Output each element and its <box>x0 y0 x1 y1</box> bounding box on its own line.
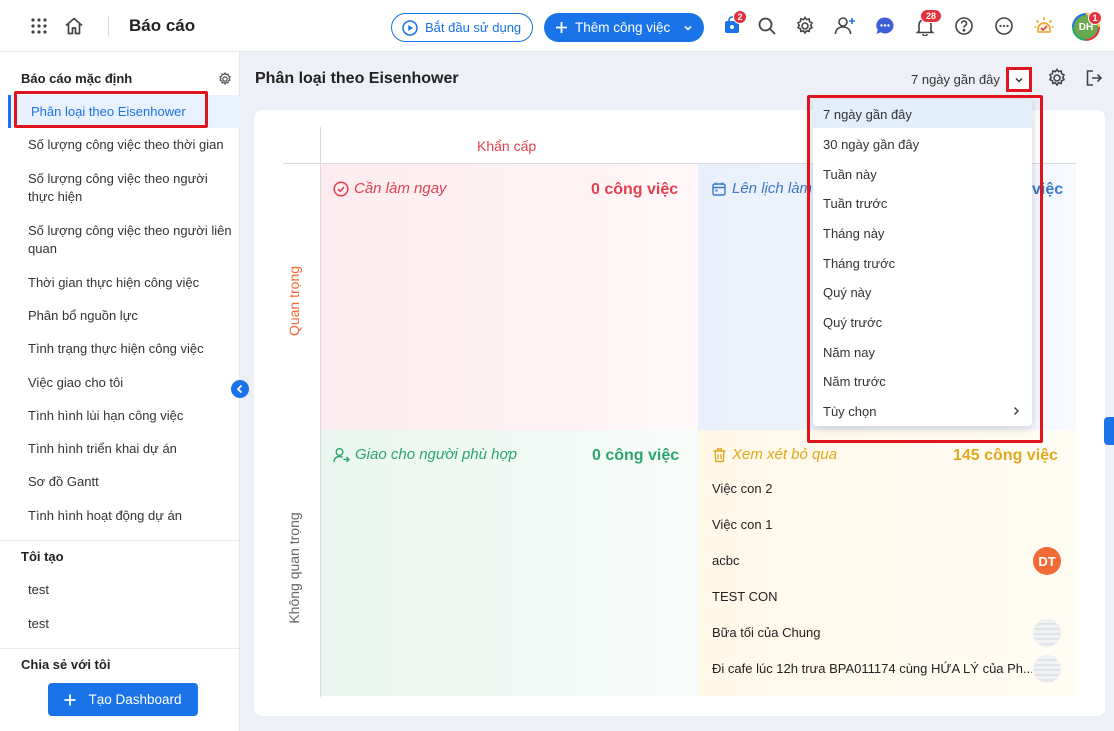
trash-icon <box>713 447 726 462</box>
my-reports-heading: Tôi tạo <box>21 549 64 564</box>
sidebar-item-deadline-extension[interactable]: Tình hình lùi hạn công việc <box>28 407 236 425</box>
assignee-avatar: DT <box>1033 547 1061 575</box>
notification-badge: 28 <box>920 9 942 23</box>
lamp-icon[interactable] <box>1031 13 1057 39</box>
quadrant-do-now <box>321 164 698 430</box>
header-divider <box>108 16 109 36</box>
task-item[interactable]: Bữa tối của Chung <box>712 625 820 640</box>
sidebar-item-test[interactable]: test <box>28 581 236 599</box>
task-item[interactable]: Việc con 1 <box>712 517 772 532</box>
report-settings-icon[interactable] <box>1047 68 1067 88</box>
sidebar-item-task-duration[interactable]: Thời gian thực hiện công việc <box>28 274 236 292</box>
exit-icon[interactable] <box>1085 69 1103 87</box>
highlight-box <box>14 91 208 128</box>
check-circle-icon <box>333 180 349 197</box>
app-title: Báo cáo <box>129 16 196 35</box>
task-item[interactable]: acbc <box>712 553 739 568</box>
side-panel-toggle[interactable] <box>1104 417 1114 445</box>
delegate-title: Giao cho người phù hợp <box>333 446 517 463</box>
sidebar-item-test[interactable]: test <box>28 615 236 633</box>
urgent-column-header: Khẩn cấp <box>477 138 537 154</box>
settings-icon[interactable] <box>792 13 818 39</box>
default-reports-heading: Báo cáo mặc định <box>21 71 133 86</box>
task-item[interactable]: Đi cafe lúc 12h trưa BPA011174 cùng HỨA … <box>712 661 1032 676</box>
sidebar-divider <box>0 540 240 541</box>
chevron-left-icon <box>236 384 243 394</box>
do-now-count: 0 công việc <box>591 181 679 198</box>
app-grid-icon[interactable] <box>26 13 52 39</box>
assignee-avatar <box>1033 655 1061 683</box>
avatar-badge: 1 <box>1088 11 1102 25</box>
add-task-label: Thêm công việc <box>575 20 671 35</box>
task-item[interactable]: Việc con 2 <box>712 481 772 496</box>
schedule-title: Lên lịch làm <box>711 180 812 197</box>
sidebar-settings-icon[interactable] <box>218 72 232 86</box>
quadrant-eliminate <box>698 430 1076 696</box>
delegate-title-text: Giao cho người phù hợp <box>355 446 517 463</box>
sidebar-item-resource-allocation[interactable]: Phân bổ nguồn lực <box>28 307 236 325</box>
schedule-title-text: Lên lịch làm <box>732 180 813 197</box>
top-bar: Báo cáo Bắt đầu sử dụng Thêm công việc 2 <box>0 0 1114 52</box>
highlight-box <box>807 95 1043 443</box>
eliminate-title-text: Xem xét bỏ qua <box>732 446 838 463</box>
eliminate-count: 145 công việc <box>953 447 1058 464</box>
user-share-icon <box>333 447 350 462</box>
page-title: Phân loại theo Eisenhower <box>255 70 459 87</box>
sidebar-item-assigned-to-me[interactable]: Việc giao cho tôi <box>28 374 236 392</box>
add-user-icon[interactable] <box>832 13 858 39</box>
plus-icon <box>556 22 567 33</box>
sidebar-item-task-status[interactable]: Tình trạng thực hiện công việc <box>28 340 236 358</box>
do-now-title: Cần làm ngay <box>333 180 447 197</box>
plus-icon <box>64 694 76 705</box>
cart-badge: 2 <box>733 10 747 24</box>
collapse-sidebar-button[interactable] <box>231 380 249 398</box>
quadrant-delegate <box>321 430 698 696</box>
sidebar: Báo cáo mặc định Phân loại theo Eisenhow… <box>0 52 240 731</box>
search-icon[interactable] <box>754 13 780 39</box>
grid-vertical-line <box>320 127 321 697</box>
more-icon[interactable] <box>991 13 1017 39</box>
chevron-down-icon <box>684 25 692 31</box>
chat-icon[interactable] <box>872 13 898 39</box>
important-row-label: Quan trọng <box>286 265 302 337</box>
not-important-row-label: Không quan trọng <box>286 512 302 624</box>
date-range-dropdown-button[interactable] <box>1006 67 1032 92</box>
eliminate-title: Xem xét bỏ qua <box>712 446 837 463</box>
add-task-button[interactable]: Thêm công việc <box>544 13 704 42</box>
create-dashboard-button[interactable]: Tạo Dashboard <box>48 683 198 716</box>
sidebar-item-tasks-by-assignee[interactable]: Số lượng công việc theo người thực hiện <box>28 170 236 206</box>
delegate-count: 0 công việc <box>592 447 680 464</box>
create-dashboard-label: Tạo Dashboard <box>88 692 182 707</box>
do-now-title-text: Cần làm ngay <box>354 180 447 197</box>
sidebar-item-tasks-by-time[interactable]: Số lượng công việc theo thời gian <box>28 136 236 154</box>
shared-reports-heading: Chia sẻ với tôi <box>21 657 111 672</box>
assignee-avatar <box>1033 619 1061 647</box>
task-item[interactable]: TEST CON <box>712 589 778 604</box>
chevron-down-icon <box>1015 77 1023 83</box>
sidebar-item-gantt[interactable]: Sơ đồ Gantt <box>28 473 236 491</box>
date-range-label[interactable]: 7 ngày gần đây <box>911 72 1000 87</box>
help-icon[interactable] <box>951 13 977 39</box>
sidebar-item-tasks-by-related[interactable]: Số lượng công việc theo người liên quan <box>28 222 236 258</box>
calendar-icon <box>712 182 726 196</box>
sidebar-item-project-activity[interactable]: Tình hình hoạt động dự án <box>28 507 236 525</box>
start-using-button[interactable]: Bắt đầu sử dụng <box>391 13 533 42</box>
play-circle-icon <box>402 19 418 36</box>
start-using-label: Bắt đầu sử dụng <box>425 20 522 35</box>
sidebar-item-project-rollout[interactable]: Tình hình triển khai dự án <box>28 440 236 458</box>
sidebar-divider <box>0 648 240 649</box>
home-icon[interactable] <box>61 13 87 39</box>
